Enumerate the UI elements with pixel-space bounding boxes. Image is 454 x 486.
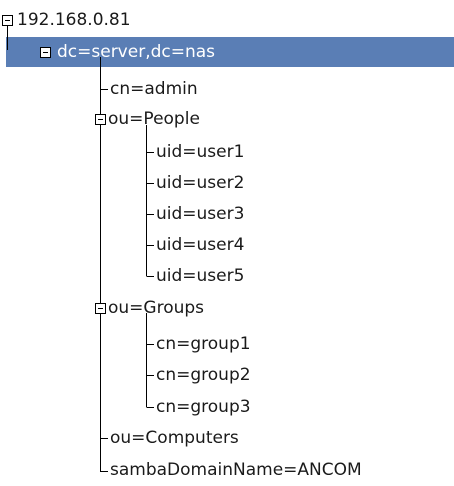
tree-node-group[interactable]: cn=group3: [154, 392, 253, 423]
tree-node-label: cn=group1: [156, 334, 251, 354]
tree-node-label: sambaDomainName=ANCOM: [110, 460, 362, 480]
tree-node-label: uid=user5: [156, 266, 245, 286]
tree-node-admin[interactable]: cn=admin: [108, 74, 200, 105]
tree-node-label: ou=People: [108, 109, 200, 129]
tree-node-people[interactable]: ou=People: [106, 104, 202, 135]
base-collapse-toggle-icon[interactable]: [40, 47, 51, 58]
tree-node-label: cn=admin: [110, 79, 198, 99]
tree-node-label: uid=user2: [156, 173, 245, 193]
tree-node-computers[interactable]: ou=Computers: [108, 423, 241, 454]
tree-node-base[interactable]: dc=server,dc=nas: [55, 37, 217, 68]
tree-node-samba-domain[interactable]: sambaDomainName=ANCOM: [108, 455, 364, 486]
tree-node-root[interactable]: 192.168.0.81: [15, 5, 133, 36]
tree-node-label: cn=group3: [156, 397, 251, 417]
tree-node-label: 192.168.0.81: [17, 10, 131, 30]
tree-node-group[interactable]: cn=group1: [154, 329, 253, 360]
groups-collapse-toggle-icon[interactable]: [95, 303, 106, 314]
root-collapse-toggle-icon[interactable]: [2, 15, 13, 26]
tree-node-label: ou=Computers: [110, 428, 239, 448]
tree-node-groups[interactable]: ou=Groups: [106, 293, 206, 324]
people-collapse-toggle-icon[interactable]: [95, 114, 106, 125]
tree-node-user[interactable]: uid=user3: [154, 199, 246, 230]
tree-node-label: uid=user1: [156, 142, 245, 162]
tree-node-user[interactable]: uid=user2: [154, 168, 246, 199]
ldap-tree: 192.168.0.81 dc=server,dc=nas cn=admin o…: [0, 0, 454, 480]
tree-node-label: cn=group2: [156, 365, 251, 385]
tree-node-user[interactable]: uid=user4: [154, 230, 246, 261]
tree-node-label: uid=user3: [156, 204, 245, 224]
tree-node-user[interactable]: uid=user1: [154, 137, 246, 168]
tree-node-label: uid=user4: [156, 235, 245, 255]
tree-node-label: ou=Groups: [108, 298, 205, 318]
tree-node-user[interactable]: uid=user5: [154, 261, 246, 292]
tree-node-group[interactable]: cn=group2: [154, 360, 253, 391]
tree-node-label: dc=server,dc=nas: [57, 42, 216, 62]
